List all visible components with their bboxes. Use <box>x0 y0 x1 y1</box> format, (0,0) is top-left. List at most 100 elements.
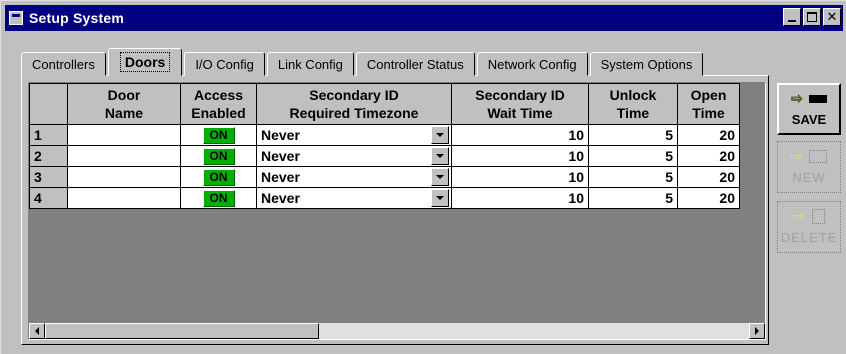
page-icon <box>809 150 828 163</box>
door-name-cell[interactable] <box>67 124 181 146</box>
minimize-button[interactable] <box>783 8 801 26</box>
tab-doors[interactable]: Doors <box>107 48 183 76</box>
header-line: Secondary ID <box>309 87 399 103</box>
table-row: 4 ON Never 10 5 20 <box>29 187 740 209</box>
header-line: Door <box>107 87 141 103</box>
door-name-cell[interactable] <box>67 145 181 167</box>
scroll-right-icon[interactable] <box>749 323 765 339</box>
title-bar[interactable]: Setup System ✕ <box>5 5 843 31</box>
right-arrow-icon: ⇨ <box>793 208 806 225</box>
unlock-time-cell[interactable]: 5 <box>588 187 678 209</box>
dropdown-arrow-icon[interactable] <box>431 189 449 207</box>
timezone-select[interactable]: Never <box>256 166 452 188</box>
row-header-corner <box>29 83 68 125</box>
row-number[interactable]: 3 <box>29 166 68 188</box>
timezone-select[interactable]: Never <box>256 145 452 167</box>
timezone-select[interactable]: Never <box>256 124 452 146</box>
timezone-value: Never <box>261 127 300 143</box>
tab-label: I/O Config <box>195 56 254 72</box>
wait-time-cell[interactable]: 10 <box>451 166 589 188</box>
header-line: Wait Time <box>487 105 553 121</box>
tab-controller-status[interactable]: Controller Status <box>355 52 475 76</box>
wait-time-cell[interactable]: 10 <box>451 145 589 167</box>
tab-label: Network Config <box>487 56 577 72</box>
timezone-value: Never <box>261 169 300 185</box>
delete-button[interactable]: ⇨ DELETE <box>777 201 841 253</box>
wait-time-cell[interactable]: 10 <box>451 124 589 146</box>
tab-label: Controllers <box>32 56 95 72</box>
doors-grid: Door Name Access Enabled Secondary ID Requi… <box>28 82 766 340</box>
close-button[interactable]: ✕ <box>823 8 841 26</box>
window-app-icon[interactable] <box>9 11 23 25</box>
header-line: Open <box>690 87 727 103</box>
header-line: Enabled <box>191 105 246 121</box>
header-line: Required Timezone <box>289 105 419 121</box>
scroll-thumb[interactable] <box>45 323 319 339</box>
access-enabled-cell: ON <box>180 187 257 209</box>
header-line: Access <box>193 87 244 103</box>
tab-network-config[interactable]: Network Config <box>476 52 588 76</box>
setup-system-window: Setup System ✕ Controllers Doors I/O Con… <box>0 0 846 354</box>
window-controls: ✕ <box>783 8 841 26</box>
unlock-time-cell[interactable]: 5 <box>588 145 678 167</box>
right-arrow-icon: ⇨ <box>790 148 804 165</box>
open-time-cell[interactable]: 20 <box>677 187 740 209</box>
dropdown-arrow-icon[interactable] <box>431 147 449 165</box>
maximize-button[interactable] <box>803 8 821 26</box>
row-number[interactable]: 1 <box>29 124 68 146</box>
unlock-time-cell[interactable]: 5 <box>588 166 678 188</box>
header-line: Name <box>104 105 144 121</box>
tab-link-config[interactable]: Link Config <box>266 52 354 76</box>
access-on-toggle[interactable]: ON <box>202 190 235 207</box>
open-time-cell[interactable]: 20 <box>677 145 740 167</box>
open-time-cell[interactable]: 20 <box>677 166 740 188</box>
save-button[interactable]: ⇨ SAVE <box>777 83 841 135</box>
tab-controllers[interactable]: Controllers <box>21 52 106 76</box>
header-line: Time <box>616 105 650 121</box>
header-line: Time <box>692 105 725 121</box>
tab-system-options[interactable]: System Options <box>589 52 704 76</box>
access-on-toggle[interactable]: ON <box>202 148 235 165</box>
column-header-unlock-time[interactable]: Unlock Time <box>588 83 678 125</box>
scroll-track[interactable] <box>319 323 749 339</box>
header-row: Door Name Access Enabled Secondary ID Requi… <box>29 83 740 125</box>
table-row: 1 ON Never 10 5 20 <box>29 124 740 146</box>
tab-strip: Controllers Doors I/O Config Link Config… <box>21 48 705 76</box>
access-enabled-cell: ON <box>180 166 257 188</box>
horizontal-scrollbar[interactable] <box>29 323 765 339</box>
header-line: Unlock <box>609 87 657 103</box>
scroll-left-icon[interactable] <box>29 323 45 339</box>
trash-icon <box>811 209 825 224</box>
timezone-select[interactable]: Never <box>256 187 452 209</box>
tab-io-config[interactable]: I/O Config <box>184 52 265 76</box>
disk-icon <box>808 94 827 103</box>
tab-label: Link Config <box>277 56 343 72</box>
unlock-time-cell[interactable]: 5 <box>588 124 678 146</box>
timezone-value: Never <box>261 148 300 164</box>
row-number[interactable]: 2 <box>29 145 68 167</box>
doors-table: Door Name Access Enabled Secondary ID Requi… <box>29 83 740 209</box>
dropdown-arrow-icon[interactable] <box>431 126 449 144</box>
door-name-cell[interactable] <box>67 187 181 209</box>
access-on-toggle[interactable]: ON <box>202 127 235 144</box>
save-button-icons: ⇨ <box>791 91 827 106</box>
access-enabled-cell: ON <box>180 124 257 146</box>
door-name-cell[interactable] <box>67 166 181 188</box>
column-header-open-time[interactable]: Open Time <box>677 83 740 125</box>
new-button-label: NEW <box>792 169 826 185</box>
delete-button-icons: ⇨ <box>793 209 825 224</box>
row-number[interactable]: 4 <box>29 187 68 209</box>
tab-label: Controller Status <box>366 56 464 72</box>
new-button[interactable]: ⇨ NEW <box>777 141 841 193</box>
tab-label: Doors <box>119 52 171 72</box>
column-header-door-name[interactable]: Door Name <box>67 83 181 125</box>
dropdown-arrow-icon[interactable] <box>431 168 449 186</box>
column-header-access-enabled[interactable]: Access Enabled <box>180 83 257 125</box>
column-header-secondary-id-timezone[interactable]: Secondary ID Required Timezone <box>256 83 452 125</box>
wait-time-cell[interactable]: 10 <box>451 187 589 209</box>
access-on-toggle[interactable]: ON <box>202 169 235 186</box>
open-time-cell[interactable]: 20 <box>677 124 740 146</box>
window-title: Setup System <box>29 10 124 26</box>
new-button-icons: ⇨ <box>791 150 828 164</box>
column-header-secondary-id-wait-time[interactable]: Secondary ID Wait Time <box>451 83 589 125</box>
